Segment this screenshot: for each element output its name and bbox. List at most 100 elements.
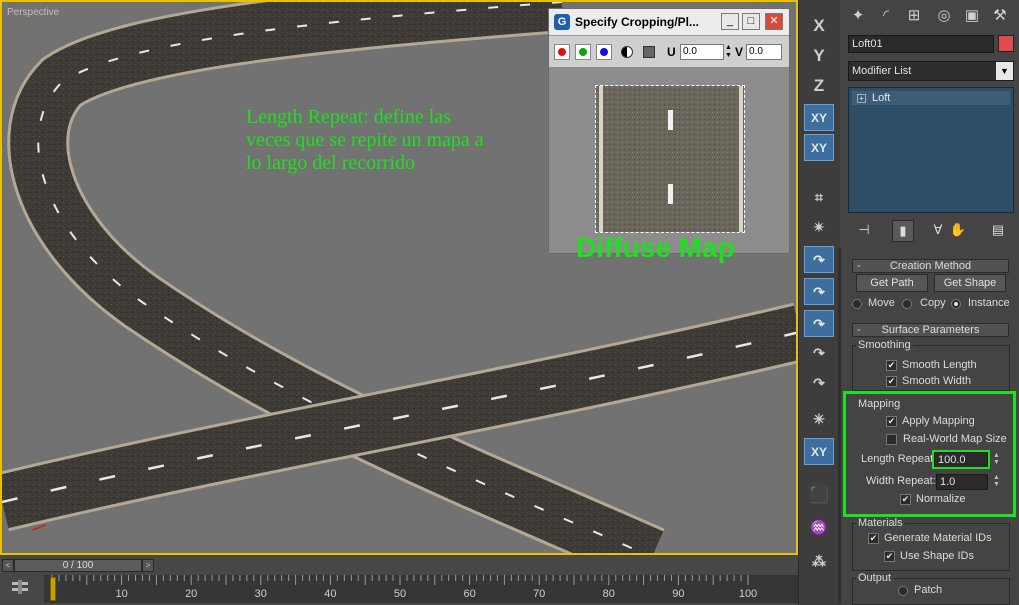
timeline-tick-label: 60 bbox=[463, 588, 476, 600]
create-icon[interactable]: ✦ bbox=[846, 4, 870, 28]
texture-image bbox=[596, 86, 744, 232]
green-dot-icon bbox=[579, 48, 587, 56]
snap-icon[interactable]: ⌗ bbox=[804, 184, 834, 211]
magnet-snap-4-icon[interactable]: ↷ bbox=[804, 340, 834, 367]
smooth-length-checkbox[interactable]: ✔ bbox=[886, 360, 897, 371]
smooth-width-checkbox[interactable]: ✔ bbox=[886, 376, 897, 387]
show-end-result-icon[interactable]: ▮ bbox=[892, 220, 914, 242]
object-name-field[interactable]: Loft01 bbox=[848, 35, 994, 53]
mono-toggle-icon[interactable] bbox=[643, 46, 655, 58]
pin-stack-icon[interactable]: ⊣ bbox=[854, 220, 874, 240]
dialog-titlebar[interactable]: G Specify Cropping/Pl... _ □ ✕ bbox=[549, 9, 789, 36]
particles-icon[interactable]: ⁂ bbox=[804, 548, 834, 575]
display-icon[interactable]: ▣ bbox=[960, 4, 984, 28]
asphalt-texture-preview[interactable] bbox=[595, 85, 745, 233]
green-channel-button[interactable] bbox=[575, 44, 591, 60]
red-channel-button[interactable] bbox=[554, 44, 570, 60]
generate-material-ids-label: Generate Material IDs bbox=[884, 532, 992, 544]
time-prev-button[interactable]: < bbox=[2, 559, 14, 572]
timeline-tick-label: 50 bbox=[393, 588, 407, 600]
motion-icon[interactable]: ◎ bbox=[932, 4, 956, 28]
configure-sets-icon[interactable]: ▤ bbox=[988, 220, 1008, 240]
close-button[interactable]: ✕ bbox=[765, 13, 783, 30]
timeline-tick-label: 10 bbox=[115, 588, 128, 600]
expand-plus-icon[interactable]: + bbox=[857, 93, 866, 103]
v-label: V bbox=[735, 45, 744, 59]
get-shape-button[interactable]: Get Shape bbox=[934, 274, 1006, 292]
rollout-title: Creation Method bbox=[889, 260, 972, 272]
generate-material-ids-checkbox[interactable]: ✔ bbox=[868, 533, 879, 544]
make-unique-icon[interactable]: ∀ bbox=[928, 220, 948, 240]
viewport-label[interactable]: Perspective bbox=[7, 7, 59, 18]
crop-preview-area[interactable] bbox=[549, 67, 789, 253]
output-label: Output bbox=[856, 572, 894, 584]
creation-method-rollout[interactable]: - Creation Method bbox=[852, 259, 1009, 273]
minimize-button[interactable]: _ bbox=[721, 13, 739, 30]
stack-item-loft[interactable]: + Loft bbox=[852, 91, 1010, 105]
u-spinner-icon[interactable]: ▲ ▼ bbox=[725, 44, 732, 60]
dialog-toolbar: U 0.0 ▲ ▼ V 0.0 bbox=[549, 36, 789, 66]
materials-group bbox=[852, 523, 1010, 571]
smooth-length-label: Smooth Length bbox=[902, 359, 977, 371]
magnet-snap-2-icon[interactable]: ↷ bbox=[804, 278, 834, 305]
time-slider[interactable]: 0 / 100 bbox=[14, 559, 142, 572]
use-shape-ids-checkbox[interactable]: ✔ bbox=[884, 551, 895, 562]
magnet-snap-1-icon[interactable]: ↷ bbox=[804, 246, 834, 273]
panel-scrollbar[interactable] bbox=[838, 248, 841, 603]
restrict-xy-3-button[interactable]: XY bbox=[804, 438, 834, 465]
timeline-bar: < 0 / 100 > 10 20 30 40 50 60 70 80 90 100 bbox=[0, 555, 798, 605]
timeline-tick-label: 40 bbox=[324, 588, 337, 600]
restrict-xy-plane-button[interactable]: XY bbox=[804, 134, 834, 161]
rollout-title: Surface Parameters bbox=[881, 324, 980, 336]
diffuse-map-label: Diffuse Map bbox=[576, 232, 735, 263]
magnet-star-icon[interactable]: ✳ bbox=[804, 406, 834, 433]
time-next-button[interactable]: > bbox=[142, 559, 154, 572]
timeline-tick-label: 20 bbox=[185, 588, 198, 600]
restrict-y-button[interactable]: Y bbox=[804, 42, 834, 69]
restrict-z-button[interactable]: Z bbox=[804, 72, 834, 99]
app-logo-icon: G bbox=[554, 14, 570, 30]
specify-cropping-dialog[interactable]: G Specify Cropping/Pl... _ □ ✕ U 0.0 ▲ ▼ … bbox=[548, 8, 790, 254]
object-color-swatch[interactable] bbox=[998, 35, 1014, 52]
get-path-button[interactable]: Get Path bbox=[856, 274, 928, 292]
mapping-highlight-box bbox=[843, 391, 1016, 517]
move-radio[interactable] bbox=[852, 299, 862, 309]
patch-radio[interactable] bbox=[898, 586, 908, 596]
copy-label: Copy bbox=[920, 297, 946, 309]
timeline-track[interactable]: 10 20 30 40 50 60 70 80 90 100 bbox=[44, 575, 798, 603]
instance-label: Instance bbox=[968, 297, 1010, 309]
box-icon[interactable]: ⬛ bbox=[804, 482, 834, 509]
key-mode-icon[interactable] bbox=[10, 579, 30, 597]
stack-item-label: Loft bbox=[872, 92, 891, 104]
alpha-toggle-icon[interactable] bbox=[621, 46, 633, 58]
modifier-stack[interactable]: + Loft bbox=[848, 87, 1014, 213]
modifier-list-dropdown[interactable]: Modifier List bbox=[848, 61, 1014, 81]
timeline-tick-label: 100 bbox=[738, 588, 758, 600]
restrict-xy-button[interactable]: XY bbox=[804, 104, 834, 131]
surface-parameters-rollout[interactable]: - Surface Parameters bbox=[852, 323, 1009, 337]
chevron-down-icon[interactable]: ▼ bbox=[996, 62, 1013, 80]
dialog-title: Specify Cropping/Pl... bbox=[575, 15, 700, 29]
u-label: U bbox=[667, 45, 676, 59]
v-field[interactable]: 0.0 bbox=[746, 44, 782, 60]
utilities-icon[interactable]: ⚒ bbox=[988, 4, 1012, 28]
command-tabs: ✦ ◜ ⊞ ◎ ▣ ⚒ bbox=[842, 2, 1017, 30]
restrict-x-button[interactable]: X bbox=[804, 12, 834, 39]
timeline-tick-label: 70 bbox=[533, 588, 546, 600]
magnet-snap-3-icon[interactable]: ↷ bbox=[804, 310, 834, 337]
patch-label: Patch bbox=[914, 584, 943, 596]
maximize-button[interactable]: □ bbox=[742, 13, 760, 30]
modify-icon[interactable]: ◜ bbox=[874, 4, 898, 28]
hierarchy-tree-icon[interactable]: ♒ bbox=[804, 514, 834, 541]
blue-channel-button[interactable] bbox=[596, 44, 612, 60]
blue-dot-icon bbox=[600, 48, 608, 56]
use-shape-ids-label: Use Shape IDs bbox=[900, 550, 974, 562]
remove-modifier-icon[interactable]: ✋ bbox=[948, 220, 968, 240]
u-field[interactable]: 0.0 bbox=[680, 44, 724, 60]
hierarchy-icon[interactable]: ⊞ bbox=[902, 4, 926, 28]
magnet-snap-5-icon[interactable]: ↷ bbox=[804, 370, 834, 397]
instance-radio[interactable] bbox=[951, 299, 961, 309]
move-label: Move bbox=[868, 297, 895, 309]
copy-radio[interactable] bbox=[902, 299, 912, 309]
magnet-icon[interactable]: ✴ bbox=[804, 214, 834, 241]
